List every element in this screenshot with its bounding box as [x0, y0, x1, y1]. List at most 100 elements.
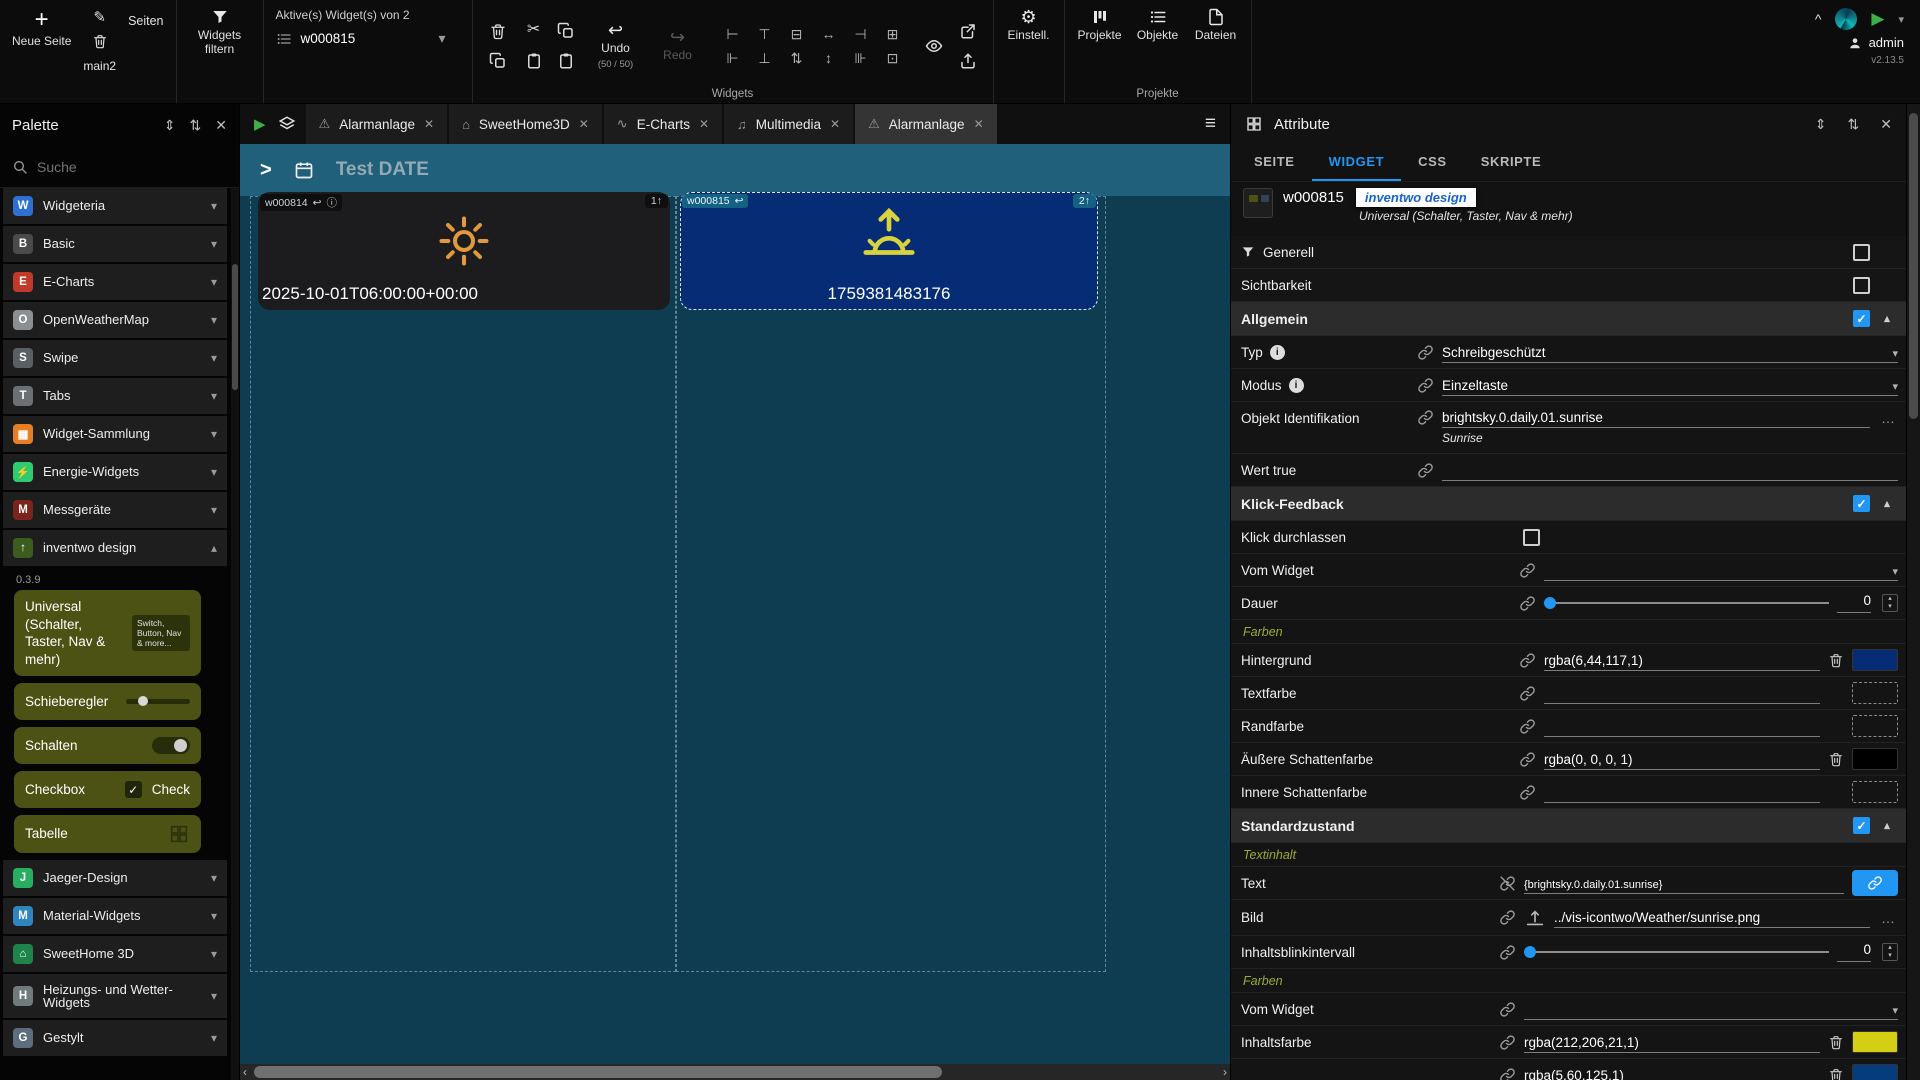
close-icon[interactable]: ✕	[830, 117, 840, 131]
collapse-all-icon[interactable]: ⇅	[190, 117, 202, 134]
section-checkbox[interactable]: ✓	[1853, 310, 1870, 327]
info-icon[interactable]: i	[1270, 345, 1285, 360]
clone-size-icon[interactable]: ⊞	[887, 27, 899, 41]
align-right-edges-icon[interactable]: ⊣	[854, 27, 866, 41]
settings-button[interactable]: ⚙ Einstell.	[1006, 8, 1052, 43]
stepper-down-icon[interactable]: ▾	[1883, 603, 1897, 611]
link-icon[interactable]	[1519, 685, 1536, 702]
attr-section-klick-feedback[interactable]: Klick-Feedback ✓ ▴	[1231, 487, 1906, 521]
attr-group-generell[interactable]: Generell	[1231, 236, 1906, 269]
typ-select[interactable]: Schreibgeschützt ▾	[1442, 342, 1898, 363]
widget-set-name[interactable]: inventwo design	[1356, 188, 1476, 207]
link-icon[interactable]	[1519, 784, 1536, 801]
canvas-widget-w000814[interactable]: w000814 ↩ ⓘ 1↑ 2025-10-01T06:00:00+00:00	[258, 192, 670, 310]
chevron-right-icon[interactable]: >	[260, 159, 272, 182]
preview-play-icon[interactable]: ▶	[254, 115, 266, 133]
palette-group-gestylt[interactable]: G Gestylt ▾	[3, 1020, 227, 1056]
distribute-vertical-icon[interactable]: ⇅	[791, 51, 803, 65]
binding-button[interactable]	[1852, 870, 1898, 896]
search-input[interactable]	[37, 159, 227, 175]
import-widgets-button[interactable]	[959, 52, 977, 70]
dauer-value[interactable]: 0	[1837, 593, 1871, 613]
partial-color-input[interactable]: rgba(5,60,125,1)	[1524, 1065, 1820, 1080]
close-icon[interactable]: ✕	[699, 117, 709, 131]
hintergrund-input[interactable]: rgba(6,44,117,1)	[1544, 650, 1820, 671]
palette-group-echarts[interactable]: E E-Charts ▾	[3, 264, 227, 300]
show-widget-button[interactable]	[925, 37, 943, 55]
dauer-slider[interactable]	[1544, 596, 1829, 610]
delete-widget-button[interactable]	[489, 22, 507, 40]
text-input[interactable]: {brightsky.0.daily.01.sunrise}	[1524, 873, 1844, 894]
palette-group-swipe[interactable]: S Swipe ▾	[3, 340, 227, 376]
objects-button[interactable]: Objekte	[1135, 8, 1181, 43]
equal-width-icon[interactable]: ↔	[822, 27, 836, 41]
palette-group-widgeteria[interactable]: W Widgeteria ▾	[3, 188, 227, 224]
layers-icon[interactable]	[278, 115, 296, 133]
align-right-all-icon[interactable]: ⊪	[854, 51, 866, 65]
info-icon[interactable]: i	[1289, 378, 1304, 393]
attr-section-standardzustand[interactable]: Standardzustand ✓ ▴	[1231, 809, 1906, 843]
view-menu-icon[interactable]: ≡	[1205, 113, 1216, 135]
randfarbe-swatch[interactable]	[1852, 715, 1898, 737]
section-checkbox[interactable]: ✓	[1853, 817, 1870, 834]
vom-widget-2-select[interactable]: ▾	[1524, 999, 1898, 1020]
tab-seite[interactable]: SEITE	[1237, 144, 1312, 181]
group-checkbox[interactable]	[1853, 277, 1870, 294]
same-size-icon[interactable]: ⊡	[887, 51, 899, 65]
panel-scrollbar-thumb[interactable]	[1909, 113, 1918, 419]
aeussere-schattenfarbe-swatch[interactable]	[1852, 748, 1898, 770]
chevron-up-icon[interactable]: ▴	[1878, 312, 1896, 325]
link-icon[interactable]	[1499, 1034, 1516, 1051]
oid-input[interactable]: brightsky.0.daily.01.sunrise	[1442, 407, 1870, 428]
partial-color-swatch[interactable]	[1852, 1064, 1898, 1080]
close-icon[interactable]: ✕	[579, 117, 589, 131]
link-icon[interactable]	[1519, 562, 1536, 579]
palette-widget-checkbox[interactable]: Checkbox ✓ Check	[14, 771, 201, 808]
align-bottom-edges-icon[interactable]: ⊥	[758, 51, 770, 65]
view-tab-alarmanlage-1[interactable]: ⚠ Alarmanlage ✕	[306, 104, 448, 144]
cut-widget-button[interactable]: ✂	[527, 22, 540, 40]
delete-page-button[interactable]	[92, 33, 108, 49]
stepper-up-icon[interactable]: ▴	[1883, 944, 1897, 952]
bild-input[interactable]: ../vis-icontwo/Weather/sunrise.png	[1554, 907, 1870, 928]
select-id-button[interactable]: …	[1878, 410, 1898, 426]
undo-button[interactable]: ↩ Undo (50 / 50)	[593, 21, 639, 70]
equal-height-icon[interactable]: ↕	[825, 51, 832, 65]
export-widgets-button[interactable]	[959, 22, 977, 40]
view-header-widget[interactable]: > Test DATE	[240, 144, 1230, 196]
hintergrund-swatch[interactable]	[1852, 649, 1898, 671]
aeussere-schattenfarbe-input[interactable]: rgba(0, 0, 0, 1)	[1544, 749, 1820, 770]
view-tab-multimedia[interactable]: ♫ Multimedia ✕	[724, 104, 853, 144]
view-canvas[interactable]: > Test DATE w000814 ↩ ⓘ 1↑ 2025-10-01T06…	[240, 144, 1230, 1064]
projects-button[interactable]: Projekte	[1077, 8, 1123, 43]
copy-widget-button[interactable]	[557, 22, 575, 40]
trash-icon[interactable]	[1828, 1067, 1844, 1080]
palette-group-energie-widgets[interactable]: ⚡ Energie-Widgets ▾	[3, 454, 227, 490]
palette-group-inventwo-design[interactable]: ↑ inventwo design ▴	[3, 530, 227, 566]
view-tab-echarts[interactable]: ∿ E-Charts ✕	[604, 104, 722, 144]
run-menu-chevron-icon[interactable]: ▾	[1898, 13, 1904, 26]
palette-group-openweathermap[interactable]: O OpenWeatherMap ▾	[3, 302, 227, 338]
palette-group-tabs[interactable]: T Tabs ▾	[3, 378, 227, 414]
close-icon[interactable]: ✕	[424, 117, 434, 131]
center-horizontal-icon[interactable]: ⊟	[791, 27, 803, 41]
link-icon[interactable]	[1499, 944, 1516, 961]
chevron-up-icon[interactable]: ▴	[1878, 497, 1896, 510]
stepper-up-icon[interactable]: ▴	[1883, 595, 1897, 603]
textfarbe-swatch[interactable]	[1852, 682, 1898, 704]
randfarbe-input[interactable]	[1544, 716, 1820, 737]
align-left-all-icon[interactable]: ⊩	[726, 51, 738, 65]
close-icon[interactable]: ✕	[974, 117, 984, 131]
scroll-right-icon[interactable]: ›	[1223, 1064, 1227, 1080]
palette-widget-universal[interactable]: Universal (Schalter, Taster, Nav & mehr)…	[14, 590, 201, 676]
align-top-edges-icon[interactable]: ⊤	[758, 27, 770, 41]
link-icon[interactable]	[1519, 718, 1536, 735]
innere-schattenfarbe-swatch[interactable]	[1852, 781, 1898, 803]
view-tab-alarmanlage-2[interactable]: ⚠ Alarmanlage ✕	[855, 104, 997, 144]
expand-all-icon[interactable]: ⇕	[1815, 116, 1827, 133]
upload-image-icon[interactable]	[1524, 907, 1546, 929]
select-image-button[interactable]: …	[1878, 910, 1898, 926]
section-checkbox[interactable]: ✓	[1853, 495, 1870, 512]
palette-widget-schieberegler[interactable]: Schieberegler	[14, 683, 201, 720]
palette-group-basic[interactable]: B Basic ▾	[3, 226, 227, 262]
